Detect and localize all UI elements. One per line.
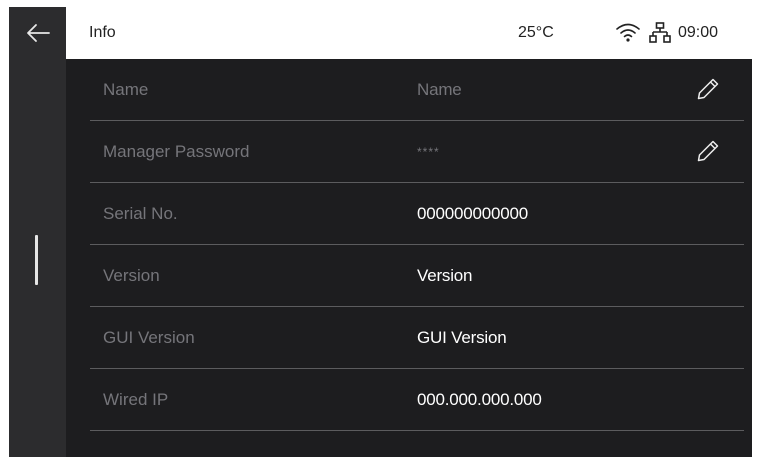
row-label: Manager Password [103, 142, 250, 161]
row-value: 000.000.000.000 [417, 390, 542, 409]
edit-name-button[interactable] [696, 77, 720, 101]
row-value: Version [417, 266, 473, 285]
back-arrow-icon [26, 24, 50, 42]
info-row-serial-no: Serial No. 000000000000 [90, 183, 744, 245]
info-row-wired-ip: Wired IP 000.000.000.000 [90, 369, 744, 431]
info-row-version: Version Version [90, 245, 744, 307]
pencil-icon [697, 140, 719, 162]
scroll-indicator[interactable] [35, 235, 38, 285]
header-bar: Info 25°C 09:00 [66, 7, 752, 59]
clock-time: 09:00 [678, 24, 719, 41]
row-value: **** [417, 145, 440, 159]
row-label: Wired IP [103, 390, 169, 409]
info-row-gui-version: GUI Version GUI Version [90, 307, 744, 369]
info-list: Name Name Manager Password **** Serial N… [90, 59, 744, 431]
info-row-manager-password[interactable]: Manager Password **** [90, 121, 744, 183]
row-label: Serial No. [103, 204, 178, 223]
row-value: 000000000000 [417, 204, 529, 223]
row-value: GUI Version [417, 328, 507, 347]
app-frame: Info 25°C 09:00 Name Name Manager Passwo… [9, 7, 752, 457]
back-button[interactable] [9, 7, 66, 59]
row-value: Name [417, 80, 462, 99]
info-row-name[interactable]: Name Name [90, 59, 744, 121]
network-icon [649, 22, 671, 43]
wifi-icon [616, 23, 640, 42]
pencil-icon [697, 78, 719, 100]
edit-password-button[interactable] [696, 139, 720, 163]
row-label: GUI Version [103, 328, 195, 347]
page-title: Info [89, 24, 116, 41]
row-label: Name [103, 80, 149, 99]
left-rail [9, 7, 66, 457]
row-label: Version [103, 266, 160, 285]
temperature-readout: 25°C [518, 24, 554, 41]
